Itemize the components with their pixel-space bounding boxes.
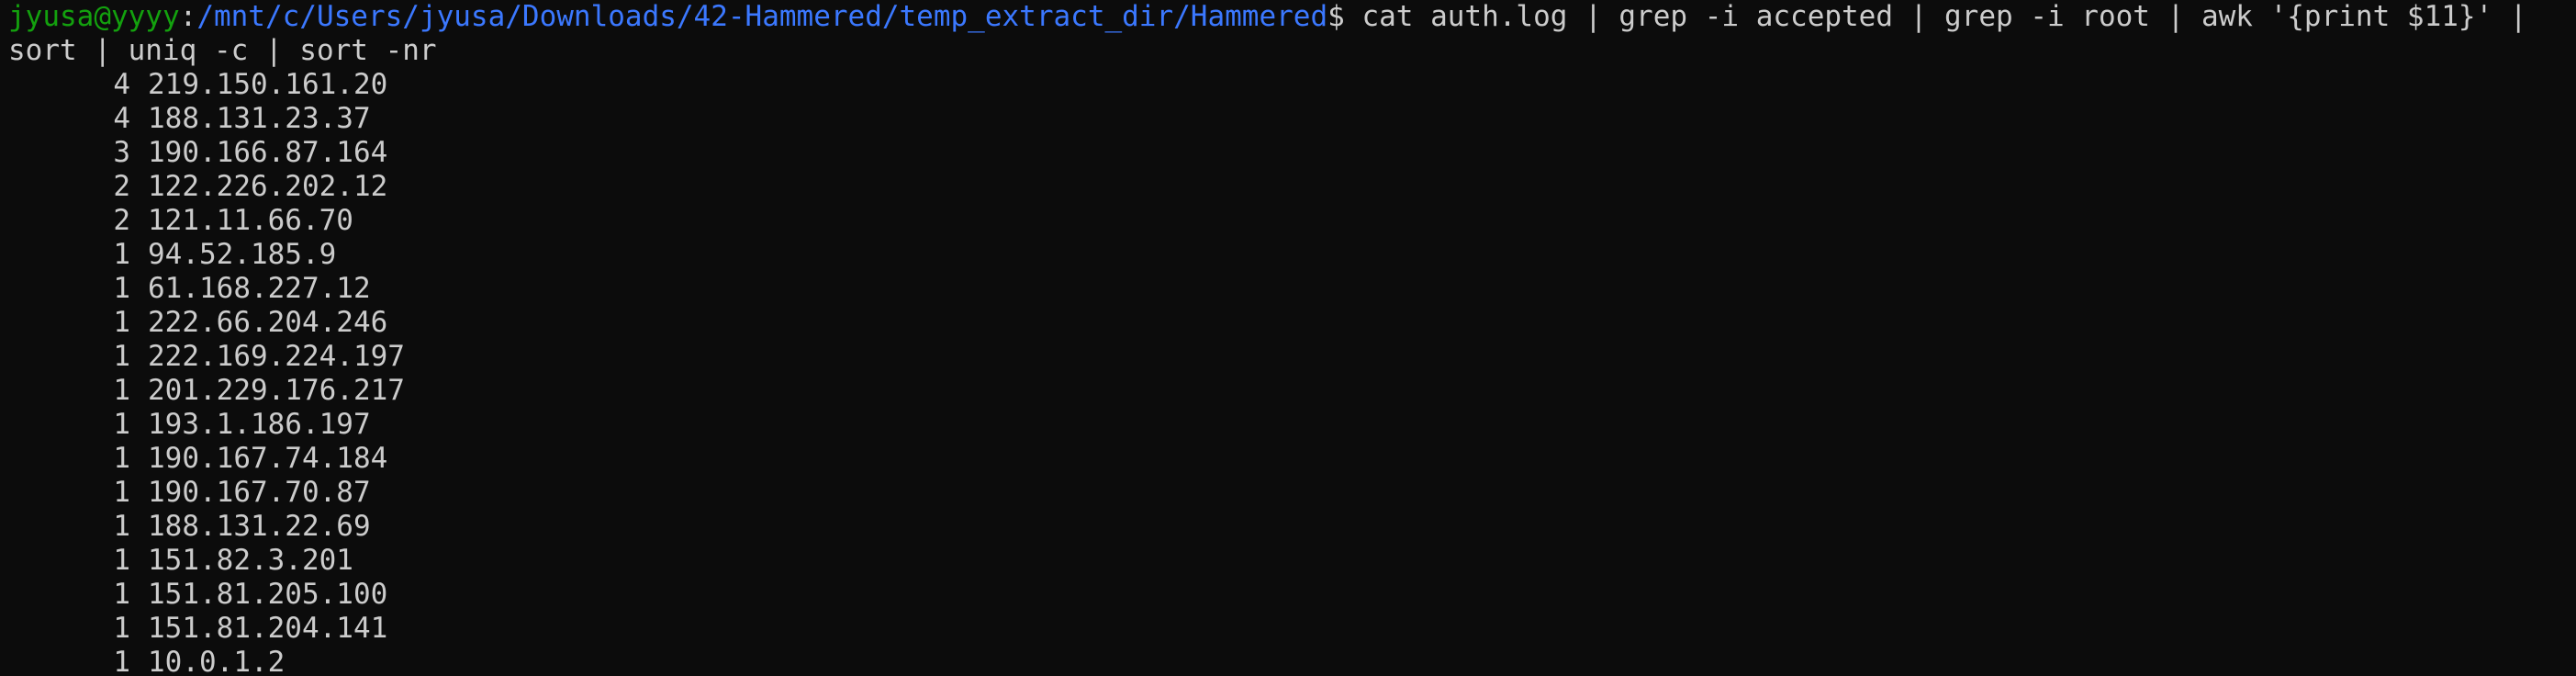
- command-line-1: jyusa@yyyy:/mnt/c/Users/jyusa/Downloads/…: [8, 0, 2576, 34]
- output-row: 1 190.167.70.87: [8, 476, 2576, 510]
- output-row: 1 222.66.204.246: [8, 306, 2576, 340]
- output-row: 1 188.131.22.69: [8, 510, 2576, 544]
- output-ip-address: 151.82.3.201: [148, 544, 353, 577]
- output-row: 1 151.82.3.201: [8, 544, 2576, 578]
- command-line-2: sort | uniq -c | sort -nr: [8, 34, 2576, 68]
- output-count: 1: [113, 340, 130, 373]
- output-row: 4 188.131.23.37: [8, 102, 2576, 136]
- output-count: 2: [113, 204, 130, 237]
- output-ip-address: 190.167.74.184: [148, 442, 388, 475]
- output-count: 1: [113, 374, 130, 407]
- output-count: 1: [113, 238, 130, 271]
- output-ip-address: 201.229.176.217: [148, 374, 405, 407]
- prompt-user-host: jyusa@yyyy: [8, 0, 180, 33]
- output-row: 3 190.166.87.164: [8, 136, 2576, 170]
- output-row: 2 121.11.66.70: [8, 204, 2576, 238]
- output-ip-address: 151.81.204.141: [148, 612, 388, 645]
- output-row: 1 151.81.204.141: [8, 612, 2576, 646]
- prompt-colon: :: [179, 0, 197, 33]
- output-ip-address: 121.11.66.70: [148, 204, 353, 237]
- output-row: 1 151.81.205.100: [8, 578, 2576, 612]
- output-row: 1 201.229.176.217: [8, 374, 2576, 408]
- output-row: 1 190.167.74.184: [8, 442, 2576, 476]
- output-ip-address: 219.150.161.20: [148, 68, 388, 101]
- output-count: 2: [113, 170, 130, 203]
- prompt-symbol: $: [1327, 0, 1362, 33]
- output-ip-address: 222.66.204.246: [148, 306, 388, 339]
- output-row: 1 61.168.227.12: [8, 272, 2576, 306]
- command-output: 4 219.150.161.20 4 188.131.23.37 3 190.166.87…: [8, 68, 2576, 676]
- command-text-part1: cat auth.log | grep -i accepted | grep -…: [1361, 0, 2527, 33]
- output-ip-address: 94.52.185.9: [148, 238, 337, 271]
- output-ip-address: 222.169.224.197: [148, 340, 405, 373]
- output-count: 4: [113, 68, 130, 101]
- output-row: 2 122.226.202.12: [8, 170, 2576, 204]
- output-count: 1: [113, 306, 130, 339]
- output-ip-address: 61.168.227.12: [148, 272, 371, 305]
- output-ip-address: 190.167.70.87: [148, 476, 371, 509]
- output-row: 1 10.0.1.2: [8, 646, 2576, 676]
- output-ip-address: 193.1.186.197: [148, 408, 371, 441]
- terminal-window[interactable]: jyusa@yyyy:/mnt/c/Users/jyusa/Downloads/…: [0, 0, 2576, 676]
- output-count: 3: [113, 136, 130, 169]
- output-count: 1: [113, 408, 130, 441]
- output-count: 1: [113, 272, 130, 305]
- output-count: 1: [113, 646, 130, 676]
- output-count: 1: [113, 612, 130, 645]
- output-count: 1: [113, 578, 130, 611]
- output-count: 1: [113, 476, 130, 509]
- output-ip-address: 151.81.205.100: [148, 578, 388, 611]
- output-row: 1 193.1.186.197: [8, 408, 2576, 442]
- output-row: 4 219.150.161.20: [8, 68, 2576, 102]
- output-count: 1: [113, 510, 130, 543]
- output-ip-address: 10.0.1.2: [148, 646, 286, 676]
- output-ip-address: 188.131.23.37: [148, 102, 371, 135]
- output-ip-address: 190.166.87.164: [148, 136, 388, 169]
- command-text-part2: sort | uniq -c | sort -nr: [8, 34, 437, 67]
- output-count: 1: [113, 442, 130, 475]
- prompt-path: /mnt/c/Users/jyusa/Downloads/42-Hammered…: [196, 0, 1328, 33]
- output-count: 4: [113, 102, 130, 135]
- output-ip-address: 122.226.202.12: [148, 170, 388, 203]
- output-row: 1 222.169.224.197: [8, 340, 2576, 374]
- output-ip-address: 188.131.22.69: [148, 510, 371, 543]
- output-count: 1: [113, 544, 130, 577]
- output-row: 1 94.52.185.9: [8, 238, 2576, 272]
